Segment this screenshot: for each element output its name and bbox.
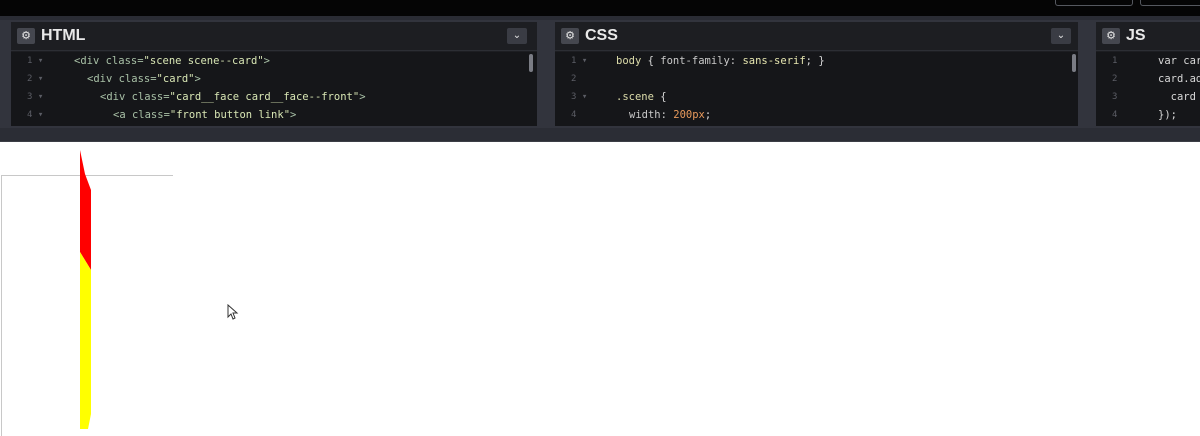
top-right-button-2[interactable] [1140,0,1200,6]
code-line: card [1158,91,1196,103]
code-line: .scene { [616,91,667,103]
code-line: width: 200px; [629,109,712,121]
panel-title-css: CSS [585,27,618,44]
code-line: <div class="scene scene--card"> [74,55,270,67]
line-number: 3 ▾ [571,92,588,102]
html-code-editor[interactable]: 1 ▾ 2 ▾ 3 ▾ 4 ▾ <div class="scene scene-… [11,52,537,126]
panel-title-html: HTML [41,27,86,44]
card-face-yellow [80,252,91,429]
line-number: 3 [1112,92,1118,102]
gear-icon[interactable]: ⚙ [1102,28,1120,44]
chevron-down-icon[interactable]: ⌄ [1051,28,1071,44]
code-line: }); [1158,109,1177,121]
line-number-gutter: 1 2 3 4 [1096,52,1140,126]
line-number: 1 ▾ [571,56,588,66]
line-number: 4 ▾ [27,110,44,120]
line-number: 4 [1112,110,1118,120]
top-right-button-1[interactable] [1055,0,1133,6]
line-number: 2 ▾ [27,74,44,84]
code-line: body { font-family: sans-serif; } [616,55,825,67]
line-number: 2 [1112,74,1118,84]
chevron-down-icon[interactable]: ⌄ [507,28,527,44]
card-face-red [80,150,91,270]
top-toolbar [0,0,1200,16]
line-number-gutter: 1 ▾ 2 ▾ 3 ▾ 4 ▾ [11,52,55,126]
css-code-editor[interactable]: 1 ▾ 2 3 ▾ 4 body { font-family: sans-ser… [555,52,1078,126]
panel-title-js: JS [1126,27,1146,44]
line-number: 3 ▾ [27,92,44,102]
html-editor-panel: ⚙ HTML ⌄ 1 ▾ 2 ▾ 3 ▾ 4 ▾ <div class="sce… [11,22,537,126]
line-number-gutter: 1 ▾ 2 3 ▾ 4 [555,52,599,126]
js-code-editor[interactable]: 1 2 3 4 var car card.ad card }); [1096,52,1200,126]
css-panel-header: ⚙ CSS ⌄ [555,22,1078,51]
code-line: <a class="front button link"> [113,109,297,121]
gear-icon[interactable]: ⚙ [17,28,35,44]
flipping-card[interactable] [70,142,100,429]
code-line: var car [1158,55,1200,67]
resize-handle[interactable] [0,128,1200,142]
vertical-scrollbar[interactable] [529,54,533,72]
result-preview[interactable] [0,142,1200,436]
html-panel-header: ⚙ HTML ⌄ [11,22,537,51]
editor-panels: ⚙ HTML ⌄ 1 ▾ 2 ▾ 3 ▾ 4 ▾ <div class="sce… [0,20,1200,128]
vertical-scrollbar[interactable] [1072,54,1076,72]
mouse-cursor-icon [227,304,239,320]
code-line: card.ad [1158,73,1200,85]
line-number: 2 [571,74,577,84]
js-editor-panel: ⚙ JS 1 2 3 4 var car card.ad card }); [1096,22,1200,126]
line-number: 1 ▾ [27,56,44,66]
code-line: <div class="card"> [87,73,201,85]
code-line: <div class="card__face card__face--front… [100,91,366,103]
css-editor-panel: ⚙ CSS ⌄ 1 ▾ 2 3 ▾ 4 body { font-family: … [555,22,1078,126]
gear-icon[interactable]: ⚙ [561,28,579,44]
line-number: 4 [571,110,577,120]
js-panel-header: ⚙ JS [1096,22,1200,51]
line-number: 1 [1112,56,1118,66]
